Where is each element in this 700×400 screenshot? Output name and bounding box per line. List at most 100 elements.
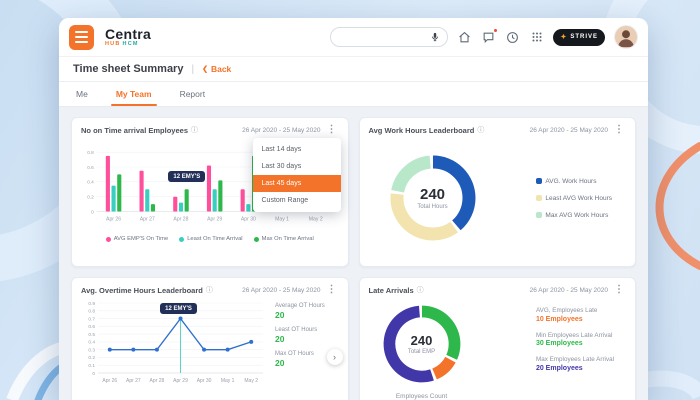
donut-svg: [375, 297, 469, 391]
legend-entry: Max Employees Late Arrival 20 Employees: [536, 356, 614, 372]
svg-text:Apr 27: Apr 27: [140, 216, 155, 222]
card-title: Avg. Overtime Hours Leaderboard ⓘ: [81, 285, 213, 295]
menu-item-last-45-days[interactable]: Last 45 days: [253, 175, 341, 192]
page-title: Time sheet Summary: [73, 63, 183, 75]
svg-text:0.8: 0.8: [88, 309, 95, 315]
svg-text:Apr 26: Apr 26: [102, 378, 117, 384]
date-range: 26 Apr 2020 - 25 May 2020: [530, 127, 608, 134]
legend-entry: AVG, Employees Late 10 Employees: [536, 307, 614, 323]
kebab-menu-icon[interactable]: ⋮: [612, 125, 626, 135]
svg-text:0.8: 0.8: [87, 150, 94, 155]
legend-dot: [106, 237, 111, 242]
info-icon[interactable]: ⓘ: [206, 285, 213, 295]
card-header: No on Time arrival Employees ⓘ 26 Apr 20…: [81, 125, 339, 135]
svg-text:Apr 30: Apr 30: [241, 216, 256, 222]
card-title: Late Arrivals ⓘ: [369, 285, 424, 295]
apps-grid-icon[interactable]: [529, 30, 544, 45]
hamburger-menu-button[interactable]: [69, 25, 94, 50]
card-header: Avg Work Hours Leaderboard ⓘ 26 Apr 2020…: [369, 125, 627, 135]
svg-text:Apr 28: Apr 28: [173, 216, 188, 222]
chevron-right-icon[interactable]: ›: [327, 349, 343, 365]
title-separator: |: [191, 64, 194, 75]
chart-tooltip: 12 EMY'S: [168, 171, 205, 182]
home-icon[interactable]: [457, 30, 472, 45]
search-box: [330, 27, 448, 47]
svg-text:0: 0: [91, 209, 94, 214]
tab-me[interactable]: Me: [76, 89, 88, 106]
overtime-stats: Average OT Hours 20 Least OT Hours 20 Ma…: [275, 303, 325, 368]
app-window: Centra HUBHCM: [59, 18, 648, 400]
legend-item: AVG. Work Hours: [536, 178, 612, 185]
info-icon[interactable]: ⓘ: [477, 125, 484, 135]
legend-item: Max On Time Arrival: [254, 236, 314, 242]
menu-item-custom-range[interactable]: Custom Range: [253, 192, 341, 209]
kebab-menu-icon[interactable]: ⋮: [325, 125, 339, 135]
card-title: Avg Work Hours Leaderboard ⓘ: [369, 125, 485, 135]
svg-text:0.5: 0.5: [88, 332, 95, 338]
avatar-silhouette: [615, 26, 637, 48]
legend-dot: [179, 237, 184, 242]
back-button[interactable]: ❮ Back: [202, 64, 231, 74]
donut-chart-work-hours: 240 Total Hours: [381, 146, 485, 250]
clock-icon[interactable]: [505, 30, 520, 45]
svg-text:0.6: 0.6: [87, 165, 94, 170]
microphone-icon[interactable]: [430, 32, 440, 42]
svg-text:0.2: 0.2: [88, 355, 95, 361]
date-range: 26 Apr 2020 - 25 May 2020: [242, 287, 320, 294]
notification-dot: [493, 28, 498, 33]
late-arrivals-legend: AVG, Employees Late 10 Employees Min Emp…: [536, 307, 614, 372]
svg-text:Apr 28: Apr 28: [150, 378, 165, 384]
card-body: 240 Total EMP Employees Count AVG, Emplo…: [369, 295, 627, 400]
user-avatar[interactable]: [614, 25, 638, 49]
employees-count-label: Employees Count: [396, 393, 447, 400]
donut-chart-late-arrivals: 240 Total EMP: [375, 297, 469, 391]
strive-badge-label: STRIVE: [570, 34, 598, 40]
card-header: Late Arrivals ⓘ 26 Apr 2020 - 25 May 202…: [369, 285, 627, 295]
svg-text:Apr 27: Apr 27: [126, 378, 141, 384]
svg-text:0.9: 0.9: [88, 301, 95, 307]
legend-dot: [254, 237, 259, 242]
svg-text:May 1: May 1: [221, 378, 235, 384]
card-avg-work-hours: Avg Work Hours Leaderboard ⓘ 26 Apr 2020…: [359, 117, 637, 267]
spark-icon: ✦: [560, 33, 567, 41]
tab-my-team[interactable]: My Team: [116, 89, 152, 106]
menu-item-last-14-days[interactable]: Last 14 days: [253, 141, 341, 158]
tabs-bar: Me My Team Report: [59, 82, 648, 107]
legend-swatch: [536, 178, 542, 184]
svg-text:May 1: May 1: [275, 216, 289, 222]
topbar-actions: ✦ STRIVE: [330, 25, 638, 49]
stat-least-ot: Least OT Hours 20: [275, 327, 325, 344]
card-late-arrivals: Late Arrivals ⓘ 26 Apr 2020 - 25 May 202…: [359, 277, 637, 400]
svg-text:0.4: 0.4: [88, 340, 95, 346]
logo-name: Centra: [105, 27, 151, 41]
date-range: 26 Apr 2020 - 25 May 2020: [530, 287, 608, 294]
search-input[interactable]: [338, 33, 426, 42]
svg-text:0.7: 0.7: [88, 316, 95, 322]
chevron-left-icon: ❮: [202, 65, 208, 73]
svg-text:0.3: 0.3: [88, 347, 95, 353]
svg-text:0.1: 0.1: [88, 363, 95, 369]
info-icon[interactable]: ⓘ: [417, 285, 424, 295]
tab-report[interactable]: Report: [180, 89, 206, 106]
menu-item-last-30-days[interactable]: Last 30 days: [253, 158, 341, 175]
strive-badge[interactable]: ✦ STRIVE: [553, 29, 605, 46]
card-overtime-hours: Avg. Overtime Hours Leaderboard ⓘ 26 Apr…: [71, 277, 349, 400]
legend-swatch: [536, 212, 542, 218]
kebab-menu-icon[interactable]: ⋮: [612, 285, 626, 295]
info-icon[interactable]: ⓘ: [191, 125, 198, 135]
bg-orange-arc: [660, 146, 700, 266]
late-chart-column: 240 Total EMP Employees Count: [375, 297, 469, 400]
card-title: No on Time arrival Employees ⓘ: [81, 125, 198, 135]
stat-max-ot: Max OT Hours 20: [275, 351, 325, 368]
legend-item: Least AVG Work Hours: [536, 195, 612, 202]
logo-subtitle: HUBHCM: [105, 42, 151, 48]
app-logo: Centra HUBHCM: [105, 27, 151, 48]
kebab-menu-icon[interactable]: ⋮: [325, 285, 339, 295]
chat-icon[interactable]: [481, 30, 496, 45]
legend-entry: Min Employees Late Arrival 30 Employees: [536, 332, 614, 348]
top-bar: Centra HUBHCM: [59, 18, 648, 56]
svg-text:Apr 30: Apr 30: [197, 378, 212, 384]
svg-text:0.6: 0.6: [88, 324, 95, 330]
legend-item: Least On Time Arrival: [179, 236, 242, 242]
svg-text:0: 0: [92, 371, 95, 377]
